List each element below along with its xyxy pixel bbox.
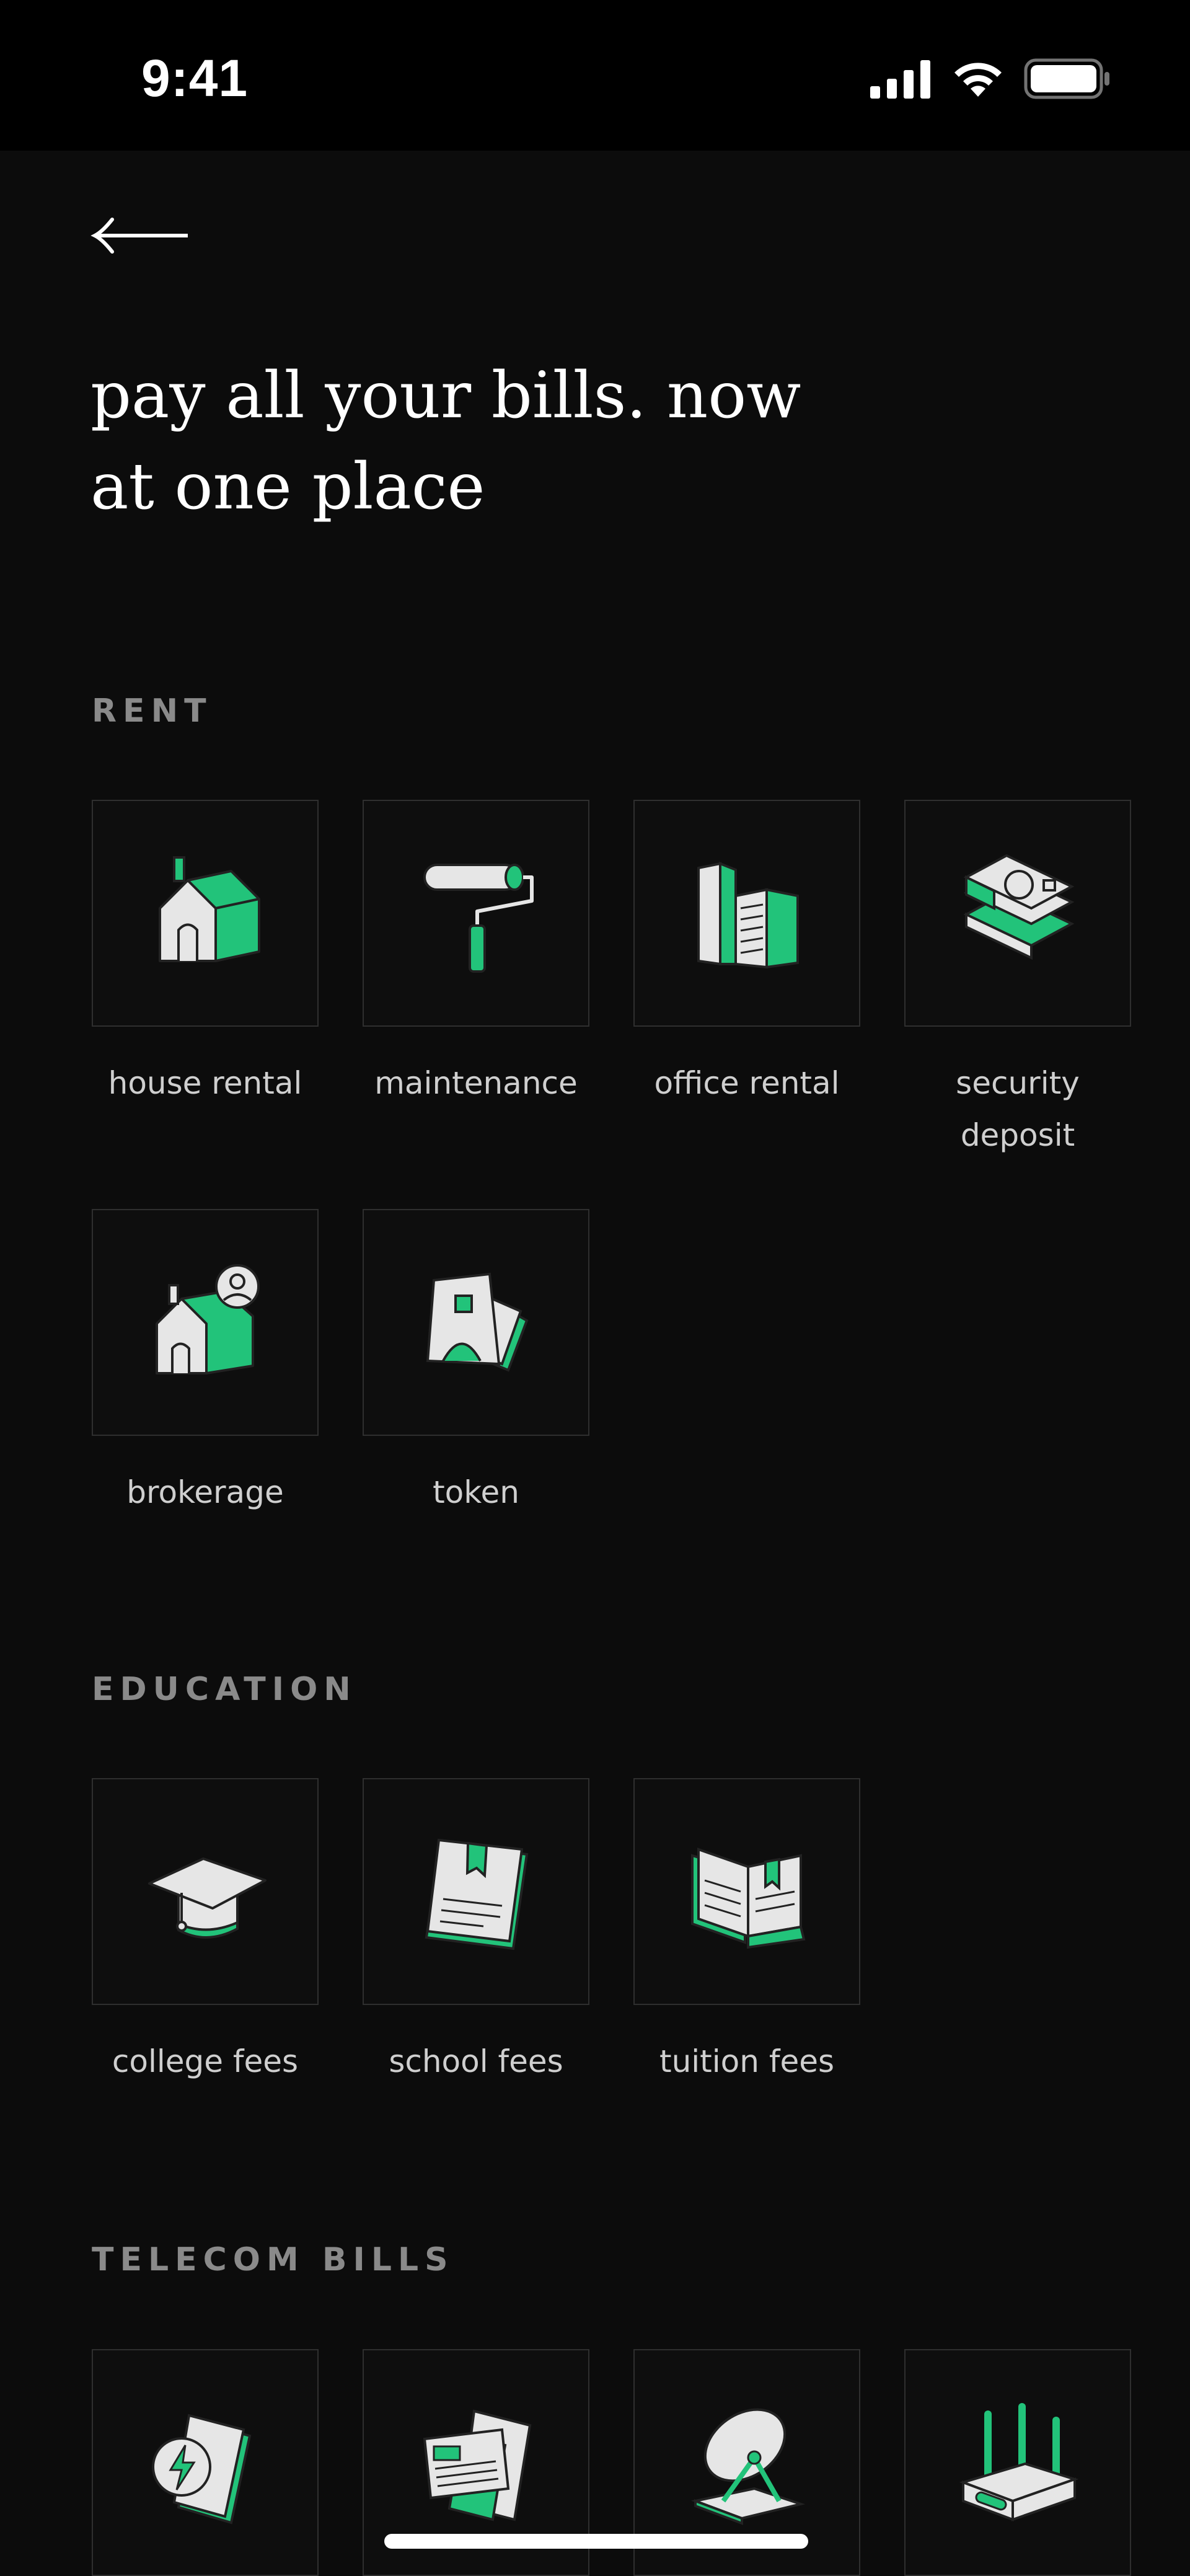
- section-title-telecom-bills: TELECOM BILLS: [92, 2241, 454, 2278]
- tile-label-college-fees: college fees: [112, 2043, 299, 2079]
- wifi-icon: [954, 63, 1002, 97]
- tile-label-house-rental: house rental: [108, 1065, 302, 1101]
- tile-security-deposit[interactable]: [904, 800, 1131, 1027]
- cellular-signal-icon: [870, 60, 930, 99]
- office-building-icon: [697, 862, 799, 969]
- home-indicator[interactable]: [384, 2534, 808, 2549]
- satellite-dish-icon: [690, 2408, 806, 2525]
- tile-label-security-deposit-line-2: deposit: [960, 1117, 1075, 1153]
- tile-house-rental[interactable]: [92, 800, 319, 1027]
- tile-telecom-mobile-recharge[interactable]: [92, 2349, 319, 2576]
- tile-label-token: token: [433, 1474, 519, 1510]
- tile-label-brokerage: brokerage: [126, 1474, 284, 1510]
- tile-label-maintenance: maintenance: [374, 1065, 578, 1101]
- tile-token[interactable]: [363, 1209, 589, 1436]
- mobile-recharge-icon: [152, 2414, 252, 2525]
- cash-stack-icon: [963, 854, 1075, 960]
- tile-telecom-router[interactable]: [904, 2349, 1131, 2576]
- book-icon: [425, 1838, 529, 1950]
- arrow-left-icon: [90, 218, 188, 254]
- section-title-rent: RENT: [92, 693, 213, 730]
- back-button[interactable]: [90, 211, 190, 260]
- page-title-line-1: pay all your bills. now: [90, 358, 801, 433]
- open-book-icon: [691, 1848, 806, 1949]
- tile-label-tuition-fees: tuition fees: [659, 2043, 835, 2079]
- page-title-line-2: at one place: [90, 449, 485, 524]
- house-icon: [159, 856, 260, 962]
- tile-tuition-fees[interactable]: [633, 1778, 860, 2005]
- tile-maintenance[interactable]: [363, 800, 589, 1027]
- status-bar: 9:41: [0, 0, 1190, 151]
- house-person-icon: [156, 1264, 260, 1374]
- router-icon: [959, 2403, 1079, 2521]
- tile-label-security-deposit-line-1: security: [956, 1065, 1080, 1101]
- tile-label-office-rental: office rental: [654, 1065, 840, 1101]
- paint-roller-icon: [423, 864, 534, 973]
- status-time: 9:41: [141, 49, 249, 107]
- page-title: pay all your bills. now at one place: [90, 350, 1020, 533]
- tile-brokerage[interactable]: [92, 1209, 319, 1436]
- token-card-icon: [426, 1272, 529, 1372]
- tile-college-fees[interactable]: [92, 1778, 319, 2005]
- tile-school-fees[interactable]: [363, 1778, 589, 2005]
- battery-icon: [1024, 58, 1109, 99]
- tile-office-rental[interactable]: [633, 800, 860, 1027]
- graduation-cap-icon: [148, 1857, 267, 1939]
- mobile-bill-icon: [423, 2409, 532, 2521]
- status-icons: [870, 58, 1111, 99]
- section-title-education: EDUCATION: [92, 1671, 357, 1708]
- tile-label-school-fees: school fees: [389, 2043, 563, 2079]
- tile-label-security-deposit: security deposit: [881, 1057, 1154, 1161]
